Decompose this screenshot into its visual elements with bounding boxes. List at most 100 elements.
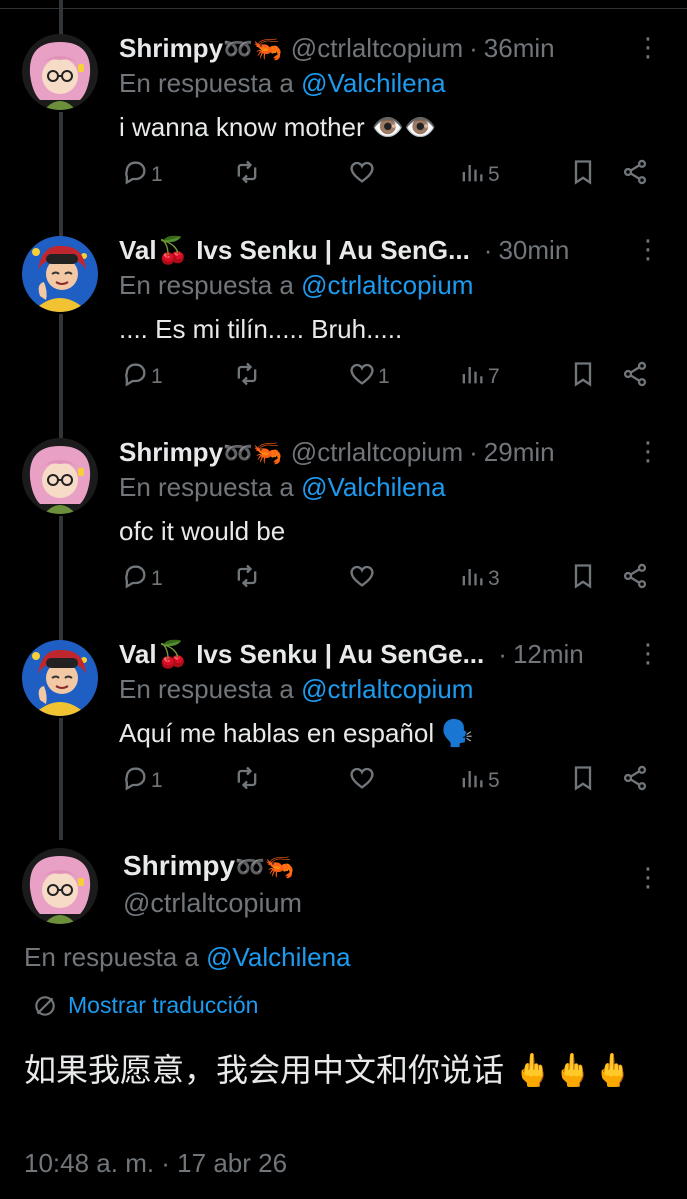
translate-button[interactable]: Mostrar traducción xyxy=(32,992,258,1019)
more-vertical-icon[interactable]: ⋮ xyxy=(635,862,661,893)
like-button[interactable] xyxy=(346,562,378,596)
share-button[interactable] xyxy=(619,562,649,596)
reply-mention-link[interactable]: @Valchilena xyxy=(301,472,445,502)
reply-mention-link[interactable]: @Valchilena xyxy=(301,68,445,98)
comment-icon xyxy=(121,158,149,192)
share-icon xyxy=(621,562,649,596)
retweet-button[interactable] xyxy=(231,360,263,394)
bookmark-button[interactable] xyxy=(567,764,597,798)
reply-context: En respuesta a @ctrlaltcopium xyxy=(119,270,474,300)
tweet-text: ofc it would be xyxy=(119,516,286,546)
retweet-icon xyxy=(233,158,261,192)
thread-line xyxy=(59,112,63,236)
tweet-time[interactable]: 12min xyxy=(513,639,584,670)
comment-icon xyxy=(121,360,149,394)
thread-line xyxy=(59,314,63,438)
author-handle[interactable]: @ctrlaltcopium xyxy=(123,888,302,919)
separator: · xyxy=(469,32,478,63)
avatar[interactable] xyxy=(22,438,98,514)
comment-icon xyxy=(121,764,149,798)
bookmark-button[interactable] xyxy=(567,562,597,596)
tweet-timestamp[interactable]: 10:48 a. m. · 17 abr 26 xyxy=(24,1148,287,1179)
heart-icon xyxy=(348,360,376,394)
reply-button[interactable]: 1 xyxy=(119,764,163,798)
tweet-text: .... Es mi tilín..... Bruh..... xyxy=(119,314,403,344)
bar-chart-icon xyxy=(458,158,486,192)
separator: · xyxy=(469,436,478,467)
heart-icon xyxy=(348,562,376,596)
name-emoji: ➿🦐 xyxy=(223,35,283,63)
bookmark-button[interactable] xyxy=(567,360,597,394)
avatar[interactable] xyxy=(22,640,98,716)
author-name[interactable]: Val🍒 Ivs Senku | Au SenGe... xyxy=(119,639,484,670)
reply-context: En respuesta a @Valchilena xyxy=(24,942,351,972)
reply-button[interactable]: 1 xyxy=(119,158,163,192)
more-vertical-icon[interactable]: ⋮ xyxy=(635,234,661,265)
reply-context: En respuesta a @Valchilena xyxy=(119,68,446,98)
bookmark-button[interactable] xyxy=(567,158,597,192)
author-name[interactable]: Shrimpy➿🦐 xyxy=(119,33,283,64)
tweet-text: Aquí me hablas en español 🗣️ xyxy=(119,718,474,748)
heart-icon xyxy=(348,764,376,798)
author-name[interactable]: Val🍒 Ivs Senku | Au SenG... xyxy=(119,235,470,266)
share-button[interactable] xyxy=(619,360,649,394)
reply-context: En respuesta a @Valchilena xyxy=(119,472,446,502)
like-button[interactable] xyxy=(346,764,378,798)
share-icon xyxy=(621,158,649,192)
retweet-button[interactable] xyxy=(231,764,263,798)
reply-mention-link[interactable]: @ctrlaltcopium xyxy=(301,674,473,704)
tweet-time[interactable]: 30min xyxy=(498,235,569,266)
retweet-button[interactable] xyxy=(231,562,263,596)
name-emoji: ➿🦐 xyxy=(235,854,295,881)
share-icon xyxy=(621,764,649,798)
tweet-actions: 13 xyxy=(119,562,649,596)
tweet-actions: 1 1 7 xyxy=(119,360,649,394)
views-button[interactable]: 7 xyxy=(456,360,500,394)
retweet-button[interactable] xyxy=(231,158,263,192)
bookmark-icon xyxy=(569,360,597,394)
avatar[interactable] xyxy=(22,848,98,924)
share-button[interactable] xyxy=(619,158,649,192)
more-vertical-icon[interactable]: ⋮ xyxy=(635,638,661,669)
bookmark-icon xyxy=(569,158,597,192)
retweet-icon xyxy=(233,562,261,596)
bar-chart-icon xyxy=(458,562,486,596)
tweet-time[interactable]: 36min xyxy=(484,33,555,64)
more-vertical-icon[interactable]: ⋮ xyxy=(635,32,661,63)
reply-mention-link[interactable]: @Valchilena xyxy=(206,942,350,972)
tweet-time[interactable]: 29min xyxy=(484,437,555,468)
author-name[interactable]: Shrimpy➿🦐 xyxy=(119,437,283,468)
thread-line xyxy=(59,516,63,640)
translate-icon xyxy=(35,995,55,1016)
retweet-icon xyxy=(233,360,261,394)
author-name[interactable]: Shrimpy➿🦐 xyxy=(123,850,295,882)
bookmark-icon xyxy=(569,562,597,596)
name-emoji: ➿🦐 xyxy=(223,439,283,467)
views-button[interactable]: 5 xyxy=(456,764,500,798)
reply-button[interactable]: 1 xyxy=(119,562,163,596)
share-icon xyxy=(621,360,649,394)
author-handle[interactable]: @ctrlaltcopium xyxy=(291,33,463,64)
avatar[interactable] xyxy=(22,34,98,110)
bar-chart-icon xyxy=(458,360,486,394)
thread-line xyxy=(59,718,63,840)
reply-mention-link[interactable]: @ctrlaltcopium xyxy=(301,270,473,300)
reply-context: En respuesta a @ctrlaltcopium xyxy=(119,674,474,704)
reply-button[interactable]: 1 xyxy=(119,360,163,394)
thread-line xyxy=(59,0,63,38)
tweet-actions: 15 xyxy=(119,158,649,192)
tweet-text: 如果我愿意，我会用中文和你说话 🖕🖕🖕 xyxy=(24,1052,633,1088)
like-button[interactable]: 1 xyxy=(346,360,390,394)
like-button[interactable] xyxy=(346,158,378,192)
separator: · xyxy=(483,234,493,265)
tweet-actions: 15 xyxy=(119,764,649,798)
heart-icon xyxy=(348,158,376,192)
bar-chart-icon xyxy=(458,764,486,798)
views-button[interactable]: 5 xyxy=(456,158,500,192)
retweet-icon xyxy=(233,764,261,798)
share-button[interactable] xyxy=(619,764,649,798)
more-vertical-icon[interactable]: ⋮ xyxy=(635,436,661,467)
avatar[interactable] xyxy=(22,236,98,312)
author-handle[interactable]: @ctrlaltcopium xyxy=(291,437,463,468)
views-button[interactable]: 3 xyxy=(456,562,500,596)
